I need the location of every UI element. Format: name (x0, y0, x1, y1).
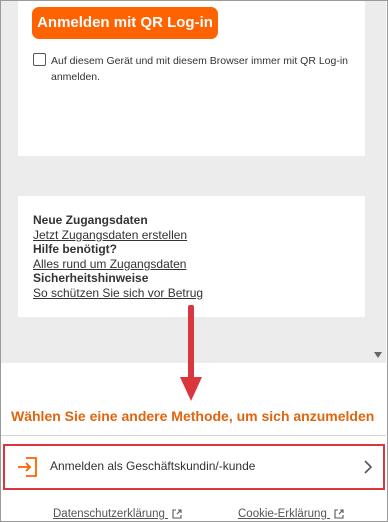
other-method-heading: Wählen Sie eine andere Methode, um sich … (11, 408, 375, 424)
qr-login-card: Anmelden mit QR Log-in Auf diesem Gerät … (18, 1, 365, 156)
cookie-link-label: Cookie-Erklärung (238, 508, 327, 520)
external-link-icon (334, 509, 344, 519)
business-login-label: Anmelden als Geschäftskundin/-kunde (50, 459, 256, 473)
divider (1, 435, 386, 436)
credentials-help-link[interactable]: Alles rund um Zugangsdaten (33, 257, 186, 271)
login-icon (18, 457, 37, 477)
create-credentials-link[interactable]: Jetzt Zugangsdaten erstellen (33, 228, 187, 242)
privacy-link[interactable]: Datenschutzerklärung (53, 508, 182, 520)
fraud-protection-link[interactable]: So schützen Sie sich vor Betrug (33, 286, 203, 300)
security-title: Sicherheitshinweise (33, 271, 149, 285)
qr-login-button[interactable]: Anmelden mit QR Log-in (32, 7, 218, 39)
scroll-down-arrow-icon[interactable] (374, 352, 382, 358)
annotation-arrow-icon (180, 305, 202, 401)
help-title: Hilfe benötigt? (33, 242, 117, 256)
external-link-icon (172, 509, 182, 519)
cookie-link[interactable]: Cookie-Erklärung (238, 508, 344, 520)
business-login-button[interactable]: Anmelden als Geschäftskundin/-kunde (3, 444, 385, 490)
remember-qr-label[interactable]: Auf diesem Gerät und mit diesem Browser … (51, 53, 356, 85)
remember-qr-checkbox[interactable] (33, 53, 46, 66)
info-card: Neue Zugangsdaten Jetzt Zugangsdaten ers… (18, 196, 365, 317)
new-credentials-title: Neue Zugangsdaten (33, 213, 148, 227)
chevron-right-icon (364, 460, 373, 474)
privacy-link-label: Datenschutzerklärung (53, 508, 165, 520)
